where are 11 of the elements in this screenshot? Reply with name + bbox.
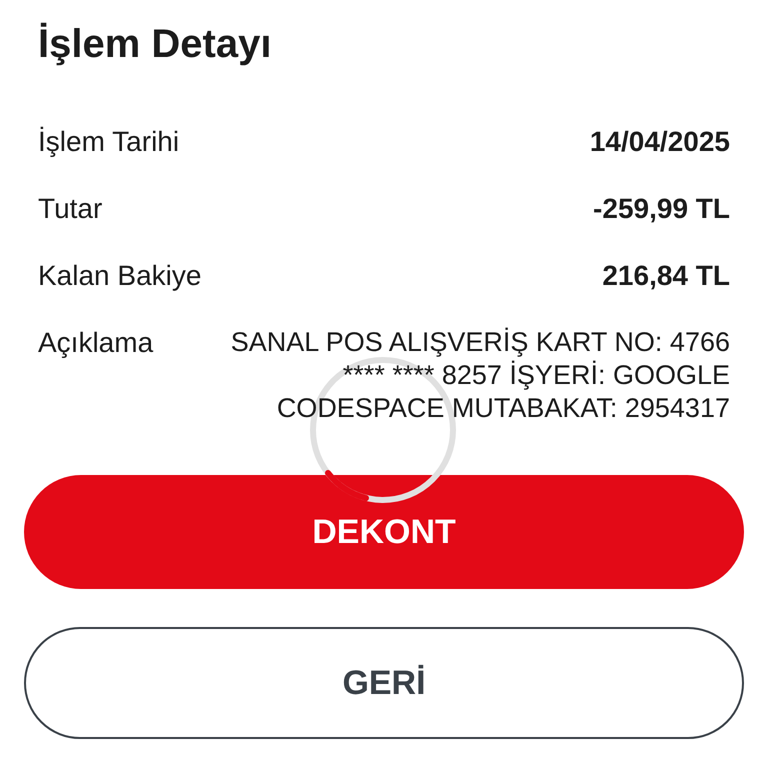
- detail-label: Tutar: [38, 192, 102, 225]
- page-title: İşlem Detayı: [38, 22, 272, 67]
- detail-value: 14/04/2025: [590, 125, 730, 158]
- detail-label: Açıklama: [38, 326, 154, 359]
- detail-label: İşlem Tarihi: [38, 125, 180, 158]
- detail-value: SANAL POS ALIŞVERİŞ KART NO: 4766 **** **** 8257 İŞYERİ: GOOGLE CODESPACE MUTABAKAT: 2954317: [230, 326, 730, 425]
- detail-label: Kalan Bakiye: [38, 259, 202, 292]
- back-button[interactable]: GERİ: [24, 627, 744, 739]
- detail-value: -259,99 TL: [593, 192, 730, 225]
- detail-value: 216,84 TL: [602, 259, 730, 292]
- receipt-button[interactable]: DEKONT: [24, 475, 744, 589]
